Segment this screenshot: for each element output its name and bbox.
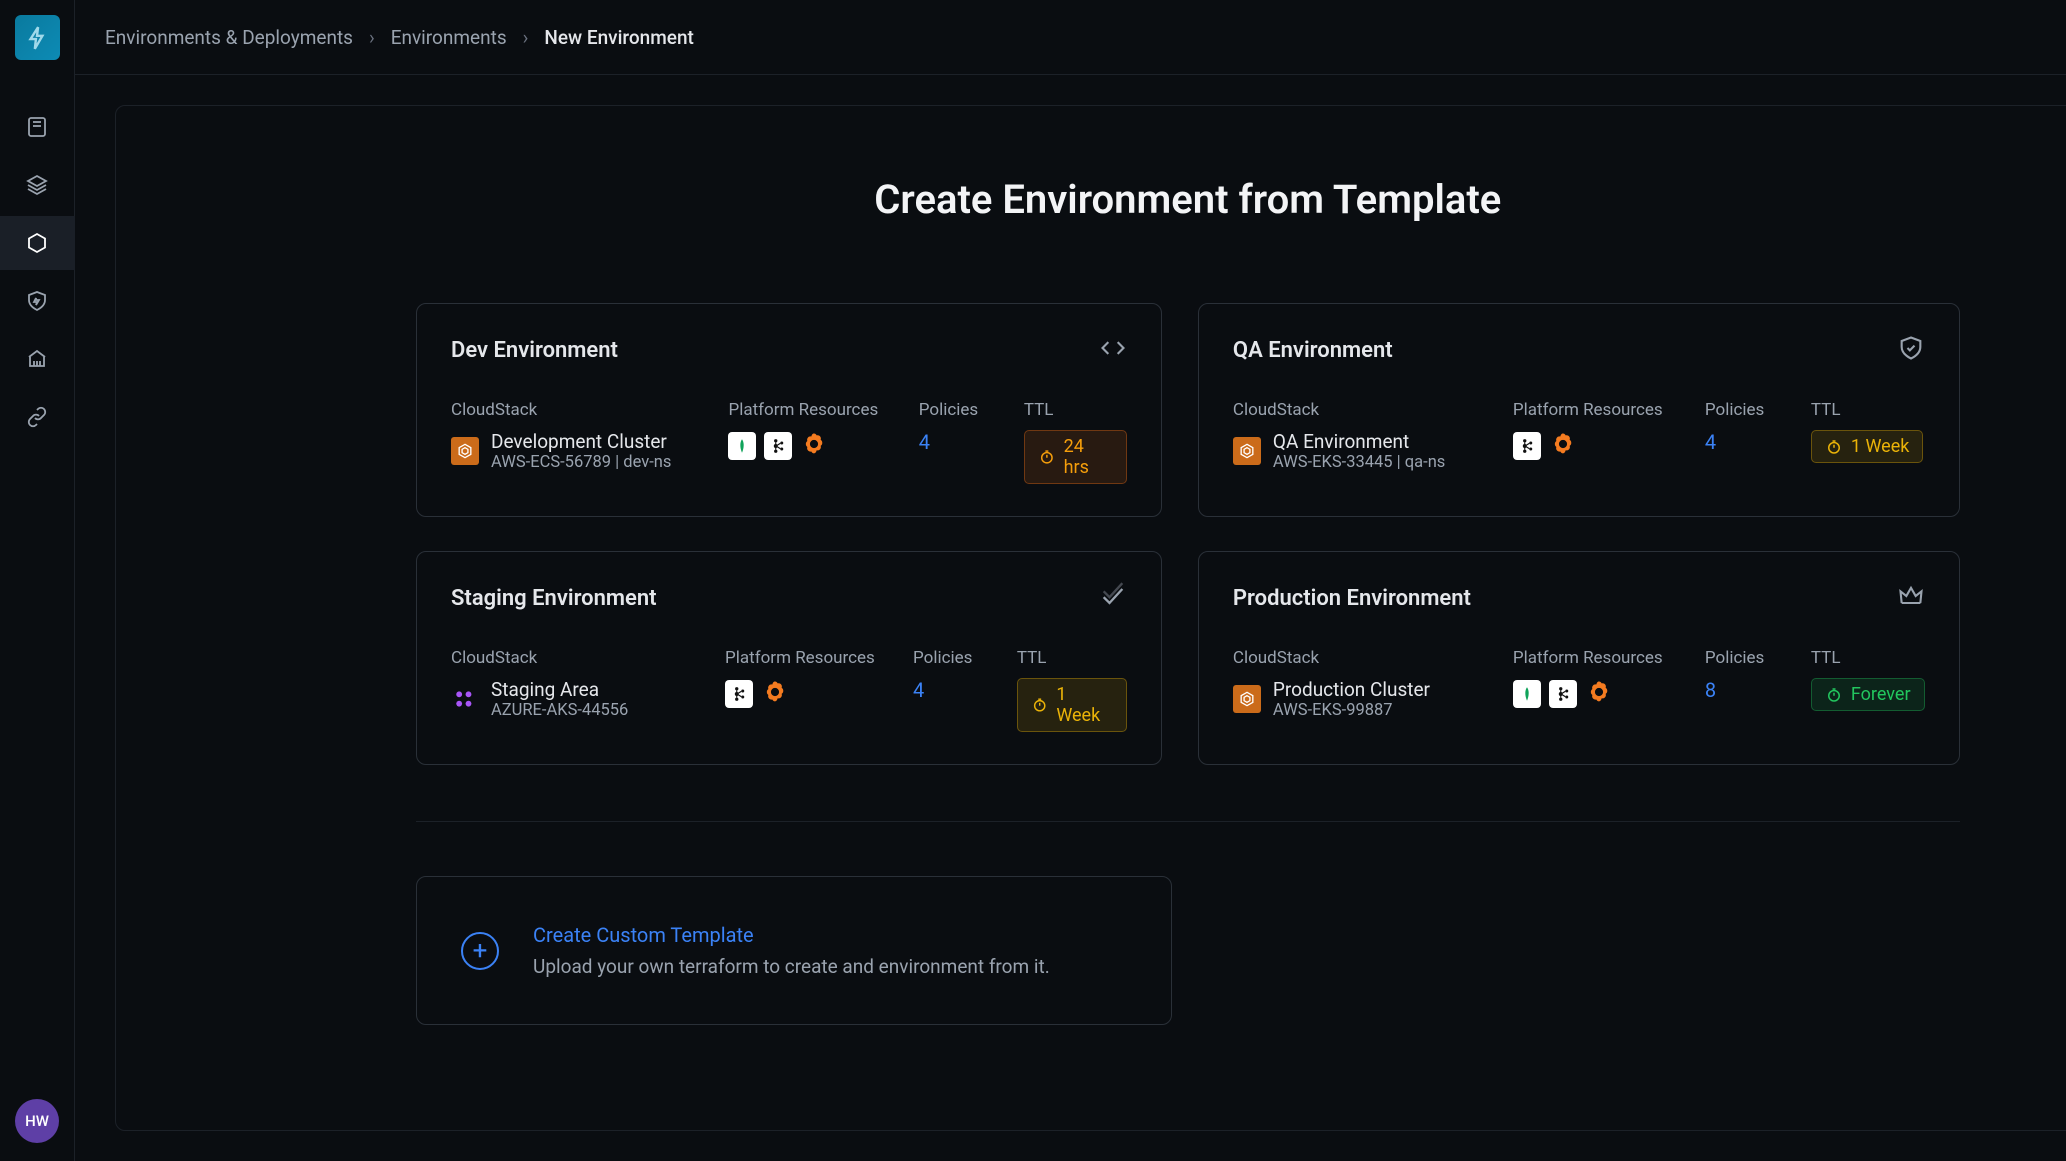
policies-count: 8 (1705, 678, 1801, 702)
platform-resources-label: Platform Resources (725, 648, 903, 668)
ttl-badge: Forever (1811, 678, 1925, 711)
platform-resources-label: Platform Resources (1513, 400, 1695, 420)
nav-dashboard[interactable] (0, 100, 75, 154)
kafka-icon (725, 680, 753, 708)
grafana-icon (1549, 430, 1577, 462)
app-logo[interactable] (15, 15, 60, 60)
cluster-sub: AWS-EKS-33445 | qa-ns (1273, 453, 1445, 472)
template-name: QA Environment (1233, 338, 1393, 363)
custom-subtitle: Upload your own terraform to create and … (533, 955, 1050, 978)
grafana-icon (800, 430, 828, 462)
policies-count: 4 (1705, 430, 1801, 454)
cloudstack-label: CloudStack (451, 400, 718, 420)
cloudstack-label: CloudStack (1233, 400, 1503, 420)
page-title: Create Environment from Template (416, 176, 1960, 223)
code-icon (1099, 334, 1127, 366)
main-panel: Create Environment from Template Dev Env… (115, 105, 2066, 1131)
crown-icon (1897, 582, 1925, 614)
mongo-icon (1513, 680, 1541, 708)
policies-count: 4 (919, 430, 1014, 454)
aws-icon (451, 437, 479, 465)
nav-integrations[interactable] (0, 390, 75, 444)
plus-circle-icon: + (461, 932, 499, 970)
cluster-name: QA Environment (1273, 430, 1445, 453)
check-icon (1099, 582, 1127, 614)
policies-label: Policies (1705, 648, 1801, 668)
breadcrumb: Environments & Deployments › Environment… (105, 26, 694, 49)
cloudstack-label: CloudStack (451, 648, 715, 668)
policies-label: Policies (1705, 400, 1801, 420)
template-name: Production Environment (1233, 586, 1471, 611)
mongo-icon (728, 432, 756, 460)
policies-label: Policies (913, 648, 1007, 668)
nav-security[interactable] (0, 274, 75, 328)
template-grid: Dev Environment CloudStack Development C… (416, 303, 1960, 765)
topbar: Environments & Deployments › Environment… (75, 0, 2066, 75)
breadcrumb-root[interactable]: Environments & Deployments (105, 26, 353, 49)
chevron-right-icon: › (523, 26, 529, 49)
nav-cost[interactable] (0, 332, 75, 386)
breadcrumb-environments[interactable]: Environments (391, 26, 507, 49)
cluster-sub: AZURE-AKS-44556 (491, 701, 628, 720)
cluster-name: Production Cluster (1273, 678, 1430, 701)
ttl-badge: 1 Week (1017, 678, 1127, 732)
shield-icon (1897, 334, 1925, 366)
cluster-sub: AWS-ECS-56789 | dev-ns (491, 453, 671, 472)
template-name: Staging Environment (451, 586, 657, 611)
azure-icon (451, 685, 479, 713)
cluster-sub: AWS-EKS-99887 (1273, 701, 1430, 720)
ttl-label: TTL (1024, 400, 1127, 420)
cloudstack-label: CloudStack (1233, 648, 1503, 668)
template-card[interactable]: Production Environment CloudStack Produc… (1198, 551, 1960, 765)
grafana-icon (761, 678, 789, 710)
aws-icon (1233, 437, 1261, 465)
aws-icon (1233, 685, 1261, 713)
platform-resources-label: Platform Resources (1513, 648, 1695, 668)
ttl-badge: 24 hrs (1024, 430, 1127, 484)
divider (416, 821, 1960, 822)
sidebar: HW (0, 0, 75, 1161)
platform-resources-label: Platform Resources (728, 400, 908, 420)
chevron-right-icon: › (369, 26, 375, 49)
ttl-label: TTL (1017, 648, 1127, 668)
kafka-icon (1549, 680, 1577, 708)
template-card[interactable]: Staging Environment CloudStack Staging A… (416, 551, 1162, 765)
ttl-label: TTL (1811, 400, 1924, 420)
custom-title: Create Custom Template (533, 923, 1050, 947)
ttl-badge: 1 Week (1811, 430, 1924, 463)
grafana-icon (1585, 678, 1613, 710)
template-name: Dev Environment (451, 338, 618, 363)
kafka-icon (764, 432, 792, 460)
kafka-icon (1513, 432, 1541, 460)
template-card[interactable]: Dev Environment CloudStack Development C… (416, 303, 1162, 517)
create-custom-template-card[interactable]: + Create Custom Template Upload your own… (416, 876, 1172, 1025)
nav-layers[interactable] (0, 158, 75, 212)
template-card[interactable]: QA Environment CloudStack QA Environment… (1198, 303, 1960, 517)
cluster-name: Development Cluster (491, 430, 671, 453)
breadcrumb-current: New Environment (544, 26, 694, 49)
ttl-label: TTL (1811, 648, 1925, 668)
nav-environments[interactable] (0, 216, 75, 270)
user-avatar[interactable]: HW (15, 1099, 59, 1143)
policies-label: Policies (919, 400, 1014, 420)
policies-count: 4 (913, 678, 1007, 702)
cluster-name: Staging Area (491, 678, 628, 701)
